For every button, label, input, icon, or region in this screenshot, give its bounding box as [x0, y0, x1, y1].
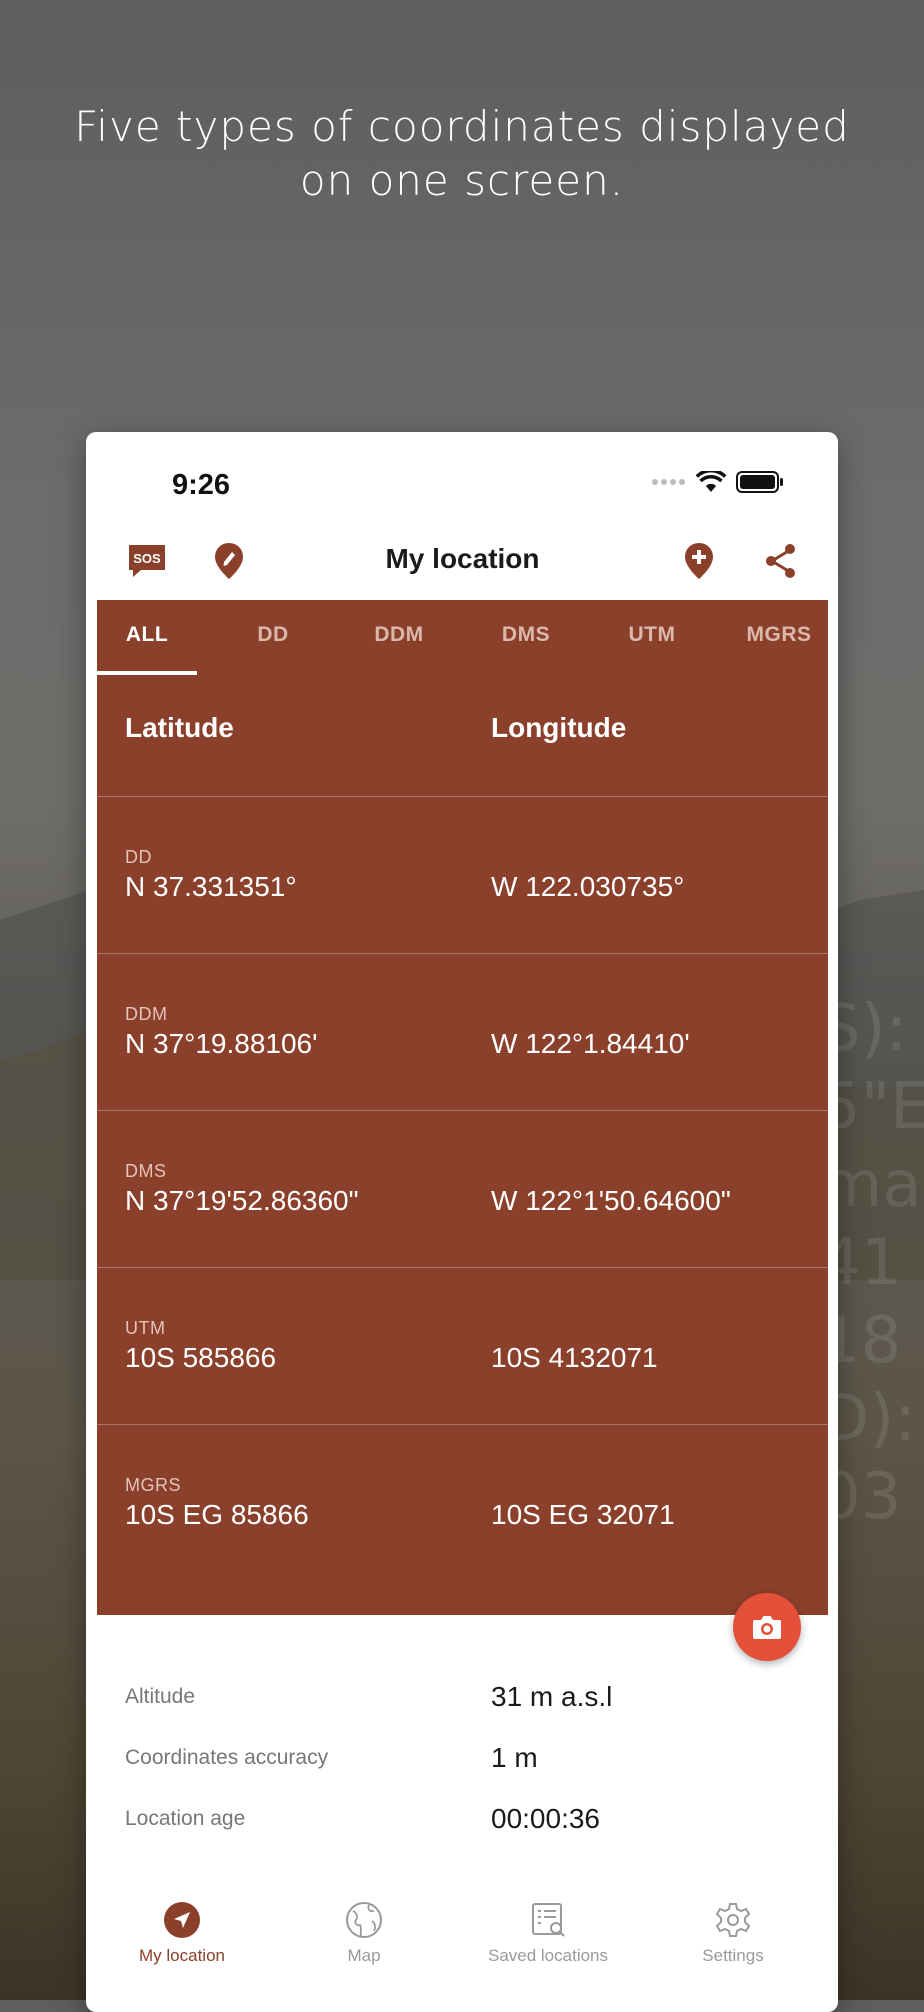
longitude-value: 10S 4132071 — [491, 1342, 658, 1373]
tab-dd[interactable]: DD — [213, 600, 333, 675]
tab-dms[interactable]: DMS — [466, 600, 586, 675]
latitude-value: N 37°19.88106' — [125, 1028, 318, 1059]
nav-settings[interactable]: Settings — [648, 1898, 818, 1966]
signal-dots-icon — [652, 479, 685, 485]
promo-headline: Five types of coordinates displayed on o… — [0, 100, 924, 208]
gear-icon — [648, 1898, 818, 1942]
status-icons — [652, 471, 784, 493]
row-format-label: MGRS — [125, 1475, 181, 1495]
coordinate-row-dd[interactable]: DD N 37.331351° W 122.030735° — [97, 796, 828, 954]
edit-location-button[interactable] — [207, 539, 251, 583]
headline-line-2: on one screen. — [299, 156, 625, 205]
row-format-label: UTM — [125, 1318, 166, 1338]
wifi-icon — [696, 471, 726, 492]
latitude-column-header: Latitude — [125, 712, 234, 743]
camera-button[interactable] — [733, 1593, 801, 1661]
row-format-label: DD — [125, 847, 152, 867]
info-value: 31 m a.s.l — [491, 1681, 613, 1712]
longitude-value: W 122°1'50.64600" — [491, 1185, 731, 1216]
longitude-value: W 122°1.84410' — [491, 1028, 690, 1059]
info-label: Coordinates accuracy — [125, 1746, 329, 1769]
latitude-value: N 37.331351° — [125, 871, 297, 902]
sos-button[interactable]: SOS — [125, 539, 169, 583]
bottom-navigation: My location Map Saved locations Settings — [97, 1898, 828, 2008]
sos-icon: SOS — [129, 545, 165, 577]
tab-all[interactable]: ALL — [97, 600, 207, 675]
coordinate-row-mgrs[interactable]: MGRS 10S EG 85866 10S EG 32071 — [97, 1424, 828, 1582]
headline-line-1: Five types of coordinates displayed — [74, 102, 850, 151]
row-format-label: DMS — [125, 1161, 167, 1181]
latitude-value: N 37°19'52.86360" — [125, 1185, 359, 1216]
info-row-accuracy: Coordinates accuracy 1 m — [97, 1734, 828, 1784]
status-bar: 9:26 — [97, 443, 828, 523]
nav-label: Map — [347, 1946, 381, 1965]
tab-ddm[interactable]: DDM — [339, 600, 459, 675]
tab-mgrs[interactable]: MGRS — [719, 600, 828, 675]
app-header: SOS My location — [97, 523, 828, 600]
info-value: 00:00:36 — [491, 1803, 600, 1834]
edit-location-pin-icon — [215, 543, 243, 579]
info-row-altitude: Altitude 31 m a.s.l — [97, 1673, 828, 1723]
nav-saved-locations[interactable]: Saved locations — [463, 1898, 633, 1966]
add-location-pin-icon — [685, 543, 713, 579]
coordinates-panel: ALL DD DDM DMS UTM MGRS Latitude Longitu… — [97, 600, 828, 1615]
globe-icon — [279, 1898, 449, 1942]
longitude-value: W 122.030735° — [491, 871, 685, 902]
coordinate-row-utm[interactable]: UTM 10S 585866 10S 4132071 — [97, 1267, 828, 1425]
info-row-location-age: Location age 00:00:36 — [97, 1795, 828, 1845]
coordinate-row-ddm[interactable]: DDM N 37°19.88106' W 122°1.84410' — [97, 953, 828, 1111]
navigation-arrow-icon — [97, 1898, 267, 1942]
format-tabs: ALL DD DDM DMS UTM MGRS — [97, 600, 828, 675]
coordinate-row-dms[interactable]: DMS N 37°19'52.86360" W 122°1'50.64600" — [97, 1110, 828, 1268]
saved-list-icon — [463, 1898, 633, 1942]
battery-icon — [736, 471, 783, 493]
nav-my-location[interactable]: My location — [97, 1898, 267, 1966]
app-screen: 9:26 SOS My location ALL DD DDM DMS UTM … — [97, 443, 828, 2012]
info-value: 1 m — [491, 1742, 538, 1773]
share-icon — [766, 544, 795, 578]
info-label: Altitude — [125, 1685, 196, 1708]
tab-utm[interactable]: UTM — [592, 600, 712, 675]
phone-frame: 9:26 SOS My location ALL DD DDM DMS UTM … — [86, 432, 838, 2012]
svg-text:SOS: SOS — [133, 551, 161, 566]
nav-label: Saved locations — [487, 1946, 609, 1965]
longitude-column-header: Longitude — [491, 712, 627, 743]
nav-label: Settings — [702, 1946, 764, 1965]
nav-map[interactable]: Map — [279, 1898, 449, 1966]
row-format-label: DDM — [125, 1004, 168, 1024]
active-tab-indicator — [97, 671, 197, 675]
status-time: 9:26 — [172, 469, 231, 501]
share-button[interactable] — [759, 539, 803, 583]
latitude-value: 10S EG 85866 — [125, 1499, 309, 1530]
nav-label: My location — [139, 1946, 225, 1965]
longitude-value: 10S EG 32071 — [491, 1499, 675, 1530]
add-location-button[interactable] — [677, 539, 721, 583]
latitude-value: 10S 585866 — [125, 1342, 277, 1373]
info-label: Location age — [125, 1807, 246, 1830]
camera-icon — [753, 1616, 781, 1639]
